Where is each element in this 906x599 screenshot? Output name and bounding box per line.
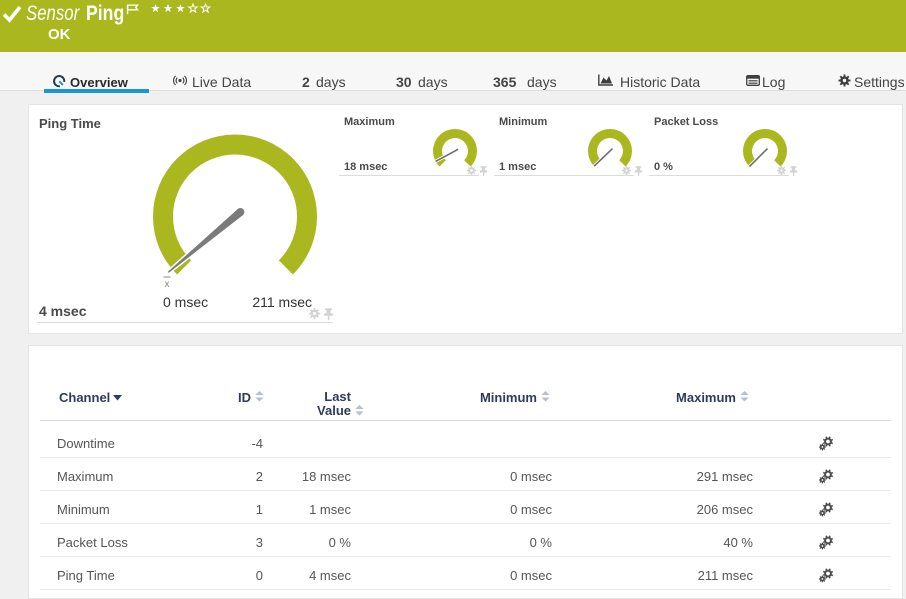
svg-text:x: x <box>165 279 170 290</box>
